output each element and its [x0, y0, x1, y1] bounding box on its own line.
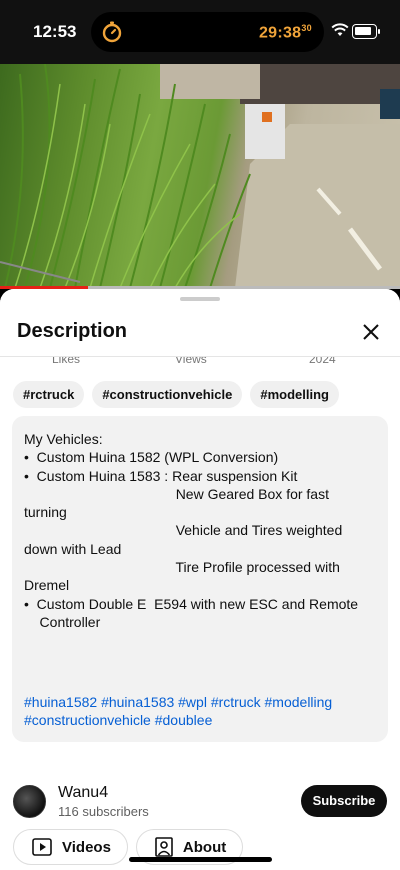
description-line: Vehicle and Tires weighted [24, 522, 343, 539]
channel-row: Wanu4 116 subscribers Subscribe [0, 784, 400, 824]
hashtag-chips: #rctruck #constructionvehicle #modelling [13, 381, 339, 408]
battery-icon [352, 24, 380, 39]
timer-readout: 29:3830 [258, 23, 312, 42]
timer-icon [102, 21, 122, 43]
close-icon[interactable] [359, 320, 383, 344]
description-line: • Custom Huina 1583 : Rear suspension Ki… [24, 467, 298, 484]
description-line: • Custom Huina 1582 (WPL Conversion) [24, 449, 279, 466]
description-line: • Custom Double E E594 with new ESC and … [24, 595, 359, 612]
about-label: About [182, 838, 227, 856]
hashtag-chip[interactable]: #modelling [250, 381, 339, 408]
description-line: Dremel [24, 577, 70, 594]
header-divider [0, 356, 400, 357]
profile-icon [155, 837, 173, 857]
dynamic-island[interactable]: 29:3830 [91, 12, 324, 52]
description-line: Tire Profile processed with [24, 559, 340, 576]
description-line: New Geared Box for fast [24, 485, 329, 502]
hashtag-chip[interactable]: #constructionvehicle [92, 381, 243, 408]
videos-label: Videos [62, 838, 111, 856]
video-player[interactable] [0, 64, 400, 288]
videos-button[interactable]: Videos [13, 829, 128, 865]
channel-avatar[interactable] [13, 785, 46, 818]
video-frame [0, 64, 400, 288]
description-text-box: My Vehicles: • Custom Huina 1582 (WPL Co… [12, 416, 388, 742]
description-line: My Vehicles: [24, 431, 103, 447]
hashtag-links[interactable]: #huina1582 #huina1583 #wpl #rctruck #mod… [24, 693, 374, 730]
status-bar: 12:53 29:3830 [0, 0, 400, 64]
channel-name[interactable]: Wanu4 [58, 784, 108, 802]
description-line: Controller [24, 613, 101, 630]
subscribe-button[interactable]: Subscribe [301, 785, 387, 817]
description-sheet: Likes Views 2024 Description #rctruck #c… [0, 289, 400, 870]
description-line: down with Lead [24, 540, 122, 557]
wifi-icon [331, 23, 349, 36]
sheet-title: Description [17, 320, 128, 342]
play-box-icon [32, 838, 52, 856]
description-line: turning [24, 504, 67, 521]
hashtag-chip[interactable]: #rctruck [13, 381, 85, 408]
subscriber-count: 116 subscribers [58, 804, 149, 819]
status-time: 12:53 [33, 22, 77, 41]
sheet-drag-handle-top[interactable] [180, 297, 220, 301]
home-indicator [129, 857, 272, 862]
